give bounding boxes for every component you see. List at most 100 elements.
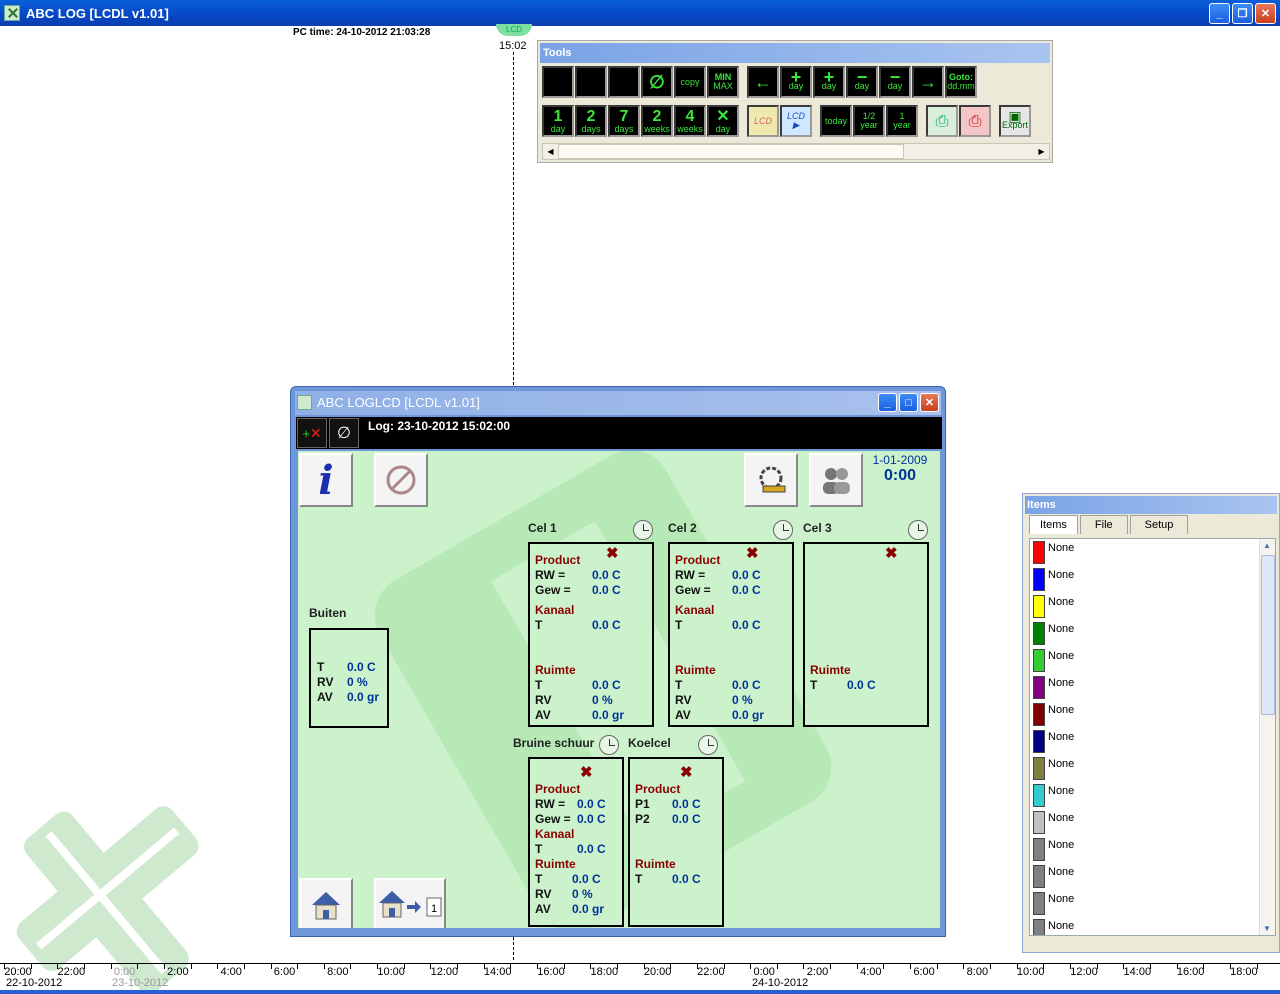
zone-cel3[interactable]: ✖ Ruimte T 0.0 C: [803, 542, 929, 727]
cel3-close-icon[interactable]: ✖: [885, 544, 898, 562]
item-row[interactable]: None: [1033, 917, 1074, 935]
users-icon[interactable]: [809, 453, 863, 507]
tool-no-filter-button[interactable]: ∅: [641, 66, 673, 98]
item-row[interactable]: None: [1033, 863, 1074, 890]
cel2-close-icon[interactable]: ✖: [746, 544, 759, 562]
item-color-swatch[interactable]: [1033, 811, 1045, 834]
tab-setup[interactable]: Setup: [1129, 515, 1189, 534]
tool-min-max-button[interactable]: MIN MAX: [707, 66, 739, 98]
cursor-marker[interactable]: LCD: [496, 24, 532, 36]
tool-2-days-button[interactable]: 2 days: [575, 105, 607, 137]
item-color-swatch[interactable]: [1033, 784, 1045, 807]
item-color-swatch[interactable]: [1033, 865, 1045, 888]
lcd-play-button[interactable]: LCD ▶: [780, 105, 812, 137]
tool-forward-button[interactable]: →: [912, 66, 944, 98]
today-button[interactable]: today: [820, 105, 852, 137]
close-button[interactable]: ✕: [1255, 3, 1276, 24]
scroll-left-icon[interactable]: ◀: [543, 144, 558, 159]
scroll-right-icon[interactable]: ▶: [1034, 144, 1049, 159]
tab-file[interactable]: File: [1079, 515, 1128, 534]
cel2-clock-icon[interactable]: [773, 520, 793, 540]
tool-4-weeks-button[interactable]: 4 weeks: [674, 105, 706, 137]
tool-zoom-vertical-button[interactable]: [575, 66, 607, 98]
item-row[interactable]: None: [1033, 620, 1074, 647]
zone-cel1[interactable]: ✖ Product RW = 0.0 C Gew = 0.0 C Kanaal T 0…: [528, 542, 654, 727]
bruine-schuur-close-icon[interactable]: ✖: [580, 763, 593, 781]
scroll-thumb[interactable]: [558, 144, 904, 159]
cel1-clock-icon[interactable]: [633, 520, 653, 540]
tool-1-day-button[interactable]: 1 day: [542, 105, 574, 137]
item-row[interactable]: None: [1033, 755, 1074, 782]
item-color-swatch[interactable]: [1033, 838, 1045, 861]
item-row[interactable]: None: [1033, 539, 1074, 566]
zone-cel2[interactable]: ✖ Product RW = 0.0 C Gew = 0.0 C Kanaal T 0…: [668, 542, 794, 727]
lcd-window-title[interactable]: ABC LOGLCD [LCDL v1.01]: [295, 391, 941, 415]
tool-back-button[interactable]: ←: [747, 66, 779, 98]
koelcel-clock-icon[interactable]: [698, 735, 718, 755]
export-button[interactable]: ▣ Export: [999, 105, 1031, 137]
koelcel-close-icon[interactable]: ✖: [680, 763, 693, 781]
lcd-button[interactable]: LCD: [747, 105, 779, 137]
tool-edit-button[interactable]: [542, 66, 574, 98]
scroll-down-icon[interactable]: ▼: [1263, 924, 1271, 933]
settings-icon[interactable]: [744, 453, 798, 507]
tool-plus-day-button[interactable]: + day: [780, 66, 812, 98]
info-button[interactable]: i: [299, 453, 353, 507]
item-color-swatch[interactable]: [1033, 568, 1045, 591]
print-icon[interactable]: ⎙: [926, 105, 958, 137]
scroll-up-icon[interactable]: ▲: [1263, 541, 1271, 550]
home-button[interactable]: [299, 878, 353, 928]
item-row[interactable]: None: [1033, 647, 1074, 674]
item-color-swatch[interactable]: [1033, 919, 1045, 935]
time-axis[interactable]: 20:00 22:00 0:00 2:00 4:00 6:00 8:00 10:00 12:00…: [0, 960, 1280, 994]
item-row[interactable]: None: [1033, 809, 1074, 836]
one-year-button[interactable]: 1 year: [886, 105, 918, 137]
tool-7-days-button[interactable]: 7 days: [608, 105, 640, 137]
no-filter-button[interactable]: [374, 453, 428, 507]
item-color-swatch[interactable]: [1033, 757, 1045, 780]
item-color-swatch[interactable]: [1033, 541, 1045, 564]
half-year-button[interactable]: 1/2 year: [853, 105, 885, 137]
lcd-minimize-button[interactable]: _: [878, 393, 897, 412]
home-page-1-button[interactable]: 1: [374, 878, 446, 928]
tool-x-day-button[interactable]: ✕ day: [707, 105, 739, 137]
minimize-button[interactable]: _: [1209, 3, 1230, 24]
item-row[interactable]: None: [1033, 674, 1074, 701]
item-color-swatch[interactable]: [1033, 595, 1045, 618]
item-row[interactable]: None: [1033, 836, 1074, 863]
item-row[interactable]: None: [1033, 728, 1074, 755]
cel3-clock-icon[interactable]: [908, 520, 928, 540]
items-scroll-thumb[interactable]: [1261, 555, 1275, 715]
tab-items[interactable]: Items: [1029, 515, 1078, 534]
bruine-schuur-clock-icon[interactable]: [599, 735, 619, 755]
tool-zoom-fit-button[interactable]: [608, 66, 640, 98]
remove-item-icon[interactable]: + ✕: [297, 418, 327, 448]
item-row[interactable]: None: [1033, 566, 1074, 593]
item-color-swatch[interactable]: [1033, 622, 1045, 645]
main-title-bar[interactable]: ABC LOG [LCDL v1.01] _ ❐ ✕: [0, 0, 1280, 26]
zone-koelcel[interactable]: ✖ Product P1 0.0 C P2 0.0 C Ruimte T 0.0 C: [628, 757, 724, 927]
tools-scrollbar[interactable]: ◀ ▶: [542, 143, 1050, 160]
lcd-close-button[interactable]: ✕: [920, 393, 939, 412]
item-row[interactable]: None: [1033, 701, 1074, 728]
item-row[interactable]: None: [1033, 782, 1074, 809]
zone-buiten[interactable]: T 0.0 C RV 0 % AV 0.0 gr: [309, 628, 389, 728]
cel1-close-icon[interactable]: ✖: [606, 544, 619, 562]
items-scrollbar[interactable]: ▲ ▼: [1259, 539, 1275, 935]
item-color-swatch[interactable]: [1033, 730, 1045, 753]
tool-copy-button[interactable]: copy: [674, 66, 706, 98]
item-color-swatch[interactable]: [1033, 649, 1045, 672]
tool-goto-button[interactable]: Goto: dd.mm: [945, 66, 977, 98]
no-filter-icon[interactable]: ∅: [329, 418, 359, 448]
lcd-maximize-button[interactable]: □: [899, 393, 918, 412]
item-color-swatch[interactable]: [1033, 676, 1045, 699]
print-color-icon[interactable]: ⎙: [959, 105, 991, 137]
tool-plus-day-2-button[interactable]: + day: [813, 66, 845, 98]
restore-button[interactable]: ❐: [1232, 3, 1253, 24]
tool-minus-day-2-button[interactable]: − day: [879, 66, 911, 98]
tool-minus-day-button[interactable]: − day: [846, 66, 878, 98]
item-color-swatch[interactable]: [1033, 703, 1045, 726]
item-row[interactable]: None: [1033, 593, 1074, 620]
tool-2-weeks-button[interactable]: 2 weeks: [641, 105, 673, 137]
item-color-swatch[interactable]: [1033, 892, 1045, 915]
